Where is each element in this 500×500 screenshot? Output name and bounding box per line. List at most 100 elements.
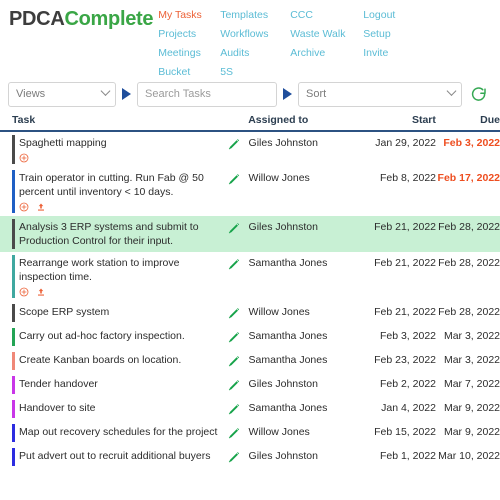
edit-task-button[interactable] (226, 449, 249, 465)
cell-assigned-to: Giles Johnston (248, 378, 318, 390)
pencil-icon[interactable] (226, 221, 241, 236)
edit-task-button[interactable] (226, 171, 249, 187)
task-action-icons (19, 201, 226, 212)
task-title[interactable]: Rearrange work station to improve inspec… (19, 256, 226, 284)
logo-text-primary: PDCA (9, 8, 65, 30)
column-header-assigned[interactable]: Assigned to (248, 114, 370, 126)
table-header-row: Task Assigned to Start Due (0, 114, 500, 132)
nav-item-workflows[interactable]: Workflows (220, 25, 290, 44)
edit-task-button[interactable] (226, 305, 249, 321)
pencil-icon[interactable] (226, 402, 241, 417)
pencil-icon[interactable] (226, 257, 241, 272)
edit-task-button[interactable] (226, 136, 249, 152)
task-title[interactable]: Carry out ad-hoc factory inspection. (19, 329, 226, 343)
table-row[interactable]: Put advert out to recruit additional buy… (0, 445, 500, 469)
nav-item-templates[interactable]: Templates (220, 6, 290, 25)
task-action-icons (19, 286, 226, 297)
pencil-icon[interactable] (226, 378, 241, 393)
table-row[interactable]: Carry out ad-hoc factory inspection. Sama… (0, 325, 500, 349)
table-row[interactable]: Tender handover Giles Johnston Feb 2, 2022… (0, 373, 500, 397)
upload-icon[interactable] (36, 287, 46, 297)
task-title[interactable]: Spaghetti mapping (19, 136, 226, 150)
cell-task: Handover to site (0, 401, 226, 415)
nav-item-my-tasks[interactable]: My Tasks (158, 6, 220, 25)
views-apply-button[interactable] (122, 88, 131, 100)
pencil-icon[interactable] (226, 172, 241, 187)
nav-item-invite[interactable]: Invite (363, 44, 423, 63)
table-row[interactable]: Handover to site Samantha Jones Jan 4, 202… (0, 397, 500, 421)
cell-due-date-overdue: Feb 3, 2022 (443, 137, 500, 149)
app-header: PDCAComplete My Tasks Projects Meetings … (0, 0, 500, 78)
row-category-color-bar (12, 304, 15, 322)
table-row[interactable]: Train operator in cutting. Run Fab @ 50 … (0, 167, 500, 216)
edit-task-button[interactable] (226, 425, 249, 441)
task-title[interactable]: Scope ERP system (19, 305, 226, 319)
cell-start-date: Feb 2, 2022 (379, 378, 436, 390)
upload-icon[interactable] (36, 202, 46, 212)
task-title[interactable]: Map out recovery schedules for the proje… (19, 425, 226, 439)
add-circle-icon[interactable] (19, 287, 29, 297)
cell-assigned-to: Samantha Jones (248, 257, 328, 269)
column-header-due[interactable]: Due (436, 114, 500, 126)
pencil-icon[interactable] (226, 450, 241, 465)
edit-task-button[interactable] (226, 401, 249, 417)
task-title[interactable]: Tender handover (19, 377, 226, 391)
pencil-icon[interactable] (226, 354, 241, 369)
cell-assigned-to: Samantha Jones (248, 330, 328, 342)
cell-task: Analysis 3 ERP systems and submit to Pro… (0, 220, 226, 248)
nav-item-meetings[interactable]: Meetings (158, 44, 220, 63)
nav-item-setup[interactable]: Setup (363, 25, 423, 44)
task-title[interactable]: Analysis 3 ERP systems and submit to Pro… (19, 220, 226, 248)
row-category-color-bar (12, 219, 15, 249)
cell-start-date: Jan 4, 2022 (381, 402, 436, 414)
pencil-icon[interactable] (226, 330, 241, 345)
nav-item-projects[interactable]: Projects (158, 25, 220, 44)
table-row[interactable]: Scope ERP system Willow Jones Feb 21, 2022… (0, 301, 500, 325)
pencil-icon[interactable] (226, 426, 241, 441)
nav-item-audits[interactable]: Audits (220, 44, 290, 63)
edit-task-button[interactable] (226, 353, 249, 369)
task-title[interactable]: Create Kanban boards on location. (19, 353, 226, 367)
add-circle-icon[interactable] (19, 153, 29, 163)
pencil-icon[interactable] (226, 306, 241, 321)
pencil-icon[interactable] (226, 137, 241, 152)
edit-task-button[interactable] (226, 220, 249, 236)
table-row[interactable]: Create Kanban boards on location. Samanth… (0, 349, 500, 373)
views-select[interactable]: Views (8, 81, 116, 107)
nav-item-logout[interactable]: Logout (363, 6, 423, 25)
task-title[interactable]: Put advert out to recruit additional buy… (19, 449, 226, 463)
search-input[interactable] (137, 81, 277, 107)
nav-item-ccc[interactable]: CCC (290, 6, 363, 25)
app-logo[interactable]: PDCAComplete (0, 4, 154, 31)
nav-item-5s[interactable]: 5S (220, 63, 290, 82)
table-row[interactable]: Analysis 3 ERP systems and submit to Pro… (0, 216, 500, 252)
cell-task: Scope ERP system (0, 305, 226, 319)
edit-task-button[interactable] (226, 377, 249, 393)
cell-task: Carry out ad-hoc factory inspection. (0, 329, 226, 343)
search-submit-button[interactable] (283, 88, 292, 100)
sort-select[interactable]: Sort (298, 81, 462, 107)
logo-text-secondary: Complete (64, 8, 154, 30)
cell-due-date: Mar 3, 2022 (443, 330, 500, 342)
table-row[interactable]: Map out recovery schedules for the proje… (0, 421, 500, 445)
task-title[interactable]: Train operator in cutting. Run Fab @ 50 … (19, 171, 226, 199)
table-row[interactable]: Spaghetti mapping Giles Johnston Jan 29, 2… (0, 132, 500, 167)
nav-item-archive[interactable]: Archive (290, 44, 363, 63)
cell-assigned-to: Willow Jones (248, 426, 310, 438)
column-header-start[interactable]: Start (370, 114, 436, 126)
cell-task: Spaghetti mapping (0, 136, 226, 163)
refresh-icon[interactable] (470, 85, 488, 103)
nav-item-waste-walk[interactable]: Waste Walk (290, 25, 363, 44)
row-category-color-bar (12, 328, 15, 346)
add-circle-icon[interactable] (19, 202, 29, 212)
table-row[interactable]: Rearrange work station to improve inspec… (0, 252, 500, 301)
row-category-color-bar (12, 352, 15, 370)
column-header-task[interactable]: Task (0, 114, 225, 126)
cell-task: Put advert out to recruit additional buy… (0, 449, 226, 463)
task-title[interactable]: Handover to site (19, 401, 226, 415)
nav-item-bucket[interactable]: Bucket (158, 63, 220, 82)
cell-start-date: Feb 3, 2022 (379, 330, 436, 342)
edit-task-button[interactable] (226, 329, 249, 345)
cell-task: Tender handover (0, 377, 226, 391)
edit-task-button[interactable] (226, 256, 249, 272)
